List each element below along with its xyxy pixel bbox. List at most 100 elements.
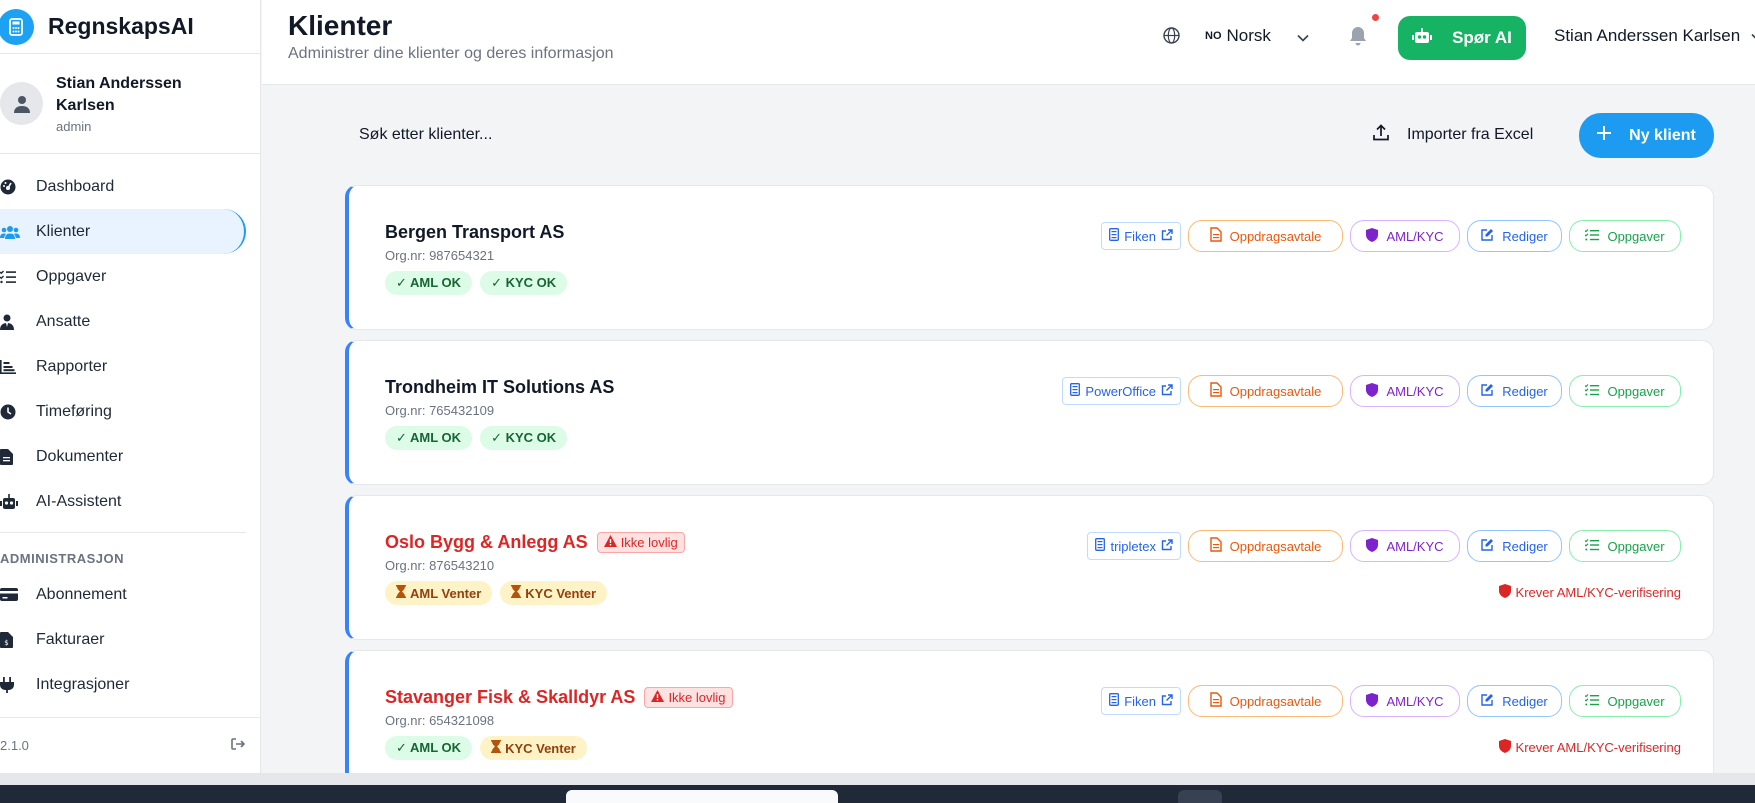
bell-icon[interactable] [1349, 26, 1367, 51]
tasks-button[interactable]: Oppgaver [1569, 375, 1681, 407]
sidebar-item-rapporter[interactable]: Rapporter [0, 344, 260, 389]
sidebar: RegnskapsAI Stian Anderssen Karlsen admi… [0, 0, 261, 773]
aml-kyc-button[interactable]: AML/KYC [1350, 530, 1460, 562]
credit-card-icon [0, 588, 20, 601]
globe-icon[interactable] [1163, 27, 1180, 49]
sidebar-item-label: AI-Assistent [36, 492, 122, 510]
client-card[interactable]: Trondheim IT Solutions AS Org.nr: 7654321… [345, 340, 1714, 485]
sidebar-item-oppgaver[interactable]: Oppgaver [0, 254, 260, 299]
search-bar[interactable] [345, 114, 847, 156]
illegal-badge: Ikke lovlig [596, 532, 685, 553]
admin-section-title: ADMINISTRASJON [0, 551, 125, 566]
compliance-badges: ✓ AML OK ✓ KYC OK [385, 271, 568, 295]
sidebar-item-timeforing[interactable]: Timeføring [0, 389, 260, 434]
tasks-button[interactable]: Oppgaver [1569, 530, 1681, 562]
list-check-icon [0, 270, 20, 284]
client-name[interactable]: Oslo Bygg & Anlegg AS [385, 532, 588, 553]
import-excel-button[interactable]: Importer fra Excel [1353, 114, 1558, 156]
tasks-icon [1585, 383, 1600, 399]
logout-icon[interactable] [231, 738, 246, 753]
client-name-row: Bergen Transport AS [385, 222, 564, 243]
page-title: Klienter [288, 10, 393, 41]
building-icon [1095, 538, 1106, 554]
edit-button[interactable]: Rediger [1467, 220, 1562, 252]
horizontal-scrollbar[interactable] [0, 773, 1755, 785]
aml-status-badge: ✓ AML OK [385, 736, 473, 760]
sidebar-item-klienter[interactable]: Klienter [0, 209, 246, 254]
tasks-button[interactable]: Oppgaver [1569, 685, 1681, 717]
compliance-badges: ✓ AML OK ✓ KYC OK [385, 426, 568, 450]
accounting-system-link[interactable]: PowerOffice [1062, 377, 1181, 405]
oppdragsavtale-label: Oppdragsavtale [1229, 228, 1322, 244]
client-card[interactable]: Bergen Transport AS Org.nr: 987654321 ✓ AM… [345, 185, 1714, 330]
new-client-button[interactable]: Ny klient [1579, 113, 1714, 158]
sidebar-item-dashboard[interactable]: Dashboard [0, 164, 260, 209]
tasks-label: Oppgaver [1607, 228, 1665, 244]
edit-button[interactable]: Rediger [1467, 530, 1562, 562]
chevron-down-icon [1751, 26, 1755, 45]
illegal-label: Ikke lovlig [620, 535, 678, 550]
edit-button[interactable]: Rediger [1467, 685, 1562, 717]
accounting-system-link[interactable]: tripletex [1087, 532, 1181, 560]
verification-warning-label: Krever AML/KYC-verifisering [1515, 585, 1681, 600]
oppdragsavtale-button[interactable]: Oppdragsavtale [1188, 375, 1343, 407]
warning-icon [603, 535, 617, 550]
sidebar-item-fakturaer[interactable]: $ Fakturaer [0, 617, 260, 662]
taskbar-app[interactable] [1178, 790, 1222, 803]
warning-icon [651, 690, 665, 705]
ask-ai-button[interactable]: Spør AI [1398, 16, 1526, 60]
compliance-badges: ✓ AML OK KYC Venter [385, 736, 587, 760]
aml-kyc-button[interactable]: AML/KYC [1350, 220, 1460, 252]
svg-text:$: $ [4, 639, 8, 647]
accounting-system-link[interactable]: Fiken [1101, 687, 1181, 715]
building-icon [1109, 693, 1120, 709]
language-select[interactable]: NO Norsk [1205, 26, 1271, 46]
aml-kyc-label: AML/KYC [1386, 538, 1444, 554]
sidebar-item-abonnement[interactable]: Abonnement [0, 572, 260, 617]
sidebar-item-dokumenter[interactable]: Dokumenter [0, 434, 260, 479]
sidebar-item-integrasjoner[interactable]: Integrasjoner [0, 662, 260, 707]
client-actions: Fiken Oppdragsavtale AML/KYC Rediger Oppgave… [1101, 685, 1681, 717]
client-name[interactable]: Bergen Transport AS [385, 222, 564, 243]
edit-label: Rediger [1502, 693, 1548, 709]
oppdragsavtale-button[interactable]: Oppdragsavtale [1188, 685, 1343, 717]
kyc-status-badge: KYC Venter [500, 581, 608, 605]
client-name[interactable]: Stavanger Fisk & Skalldyr AS [385, 687, 635, 708]
plus-icon [1597, 126, 1612, 145]
header-user-menu[interactable]: Stian Anderssen Karlsen [1554, 26, 1755, 46]
file-contract-icon [1209, 227, 1222, 245]
chevron-down-icon[interactable] [1297, 29, 1309, 47]
top-header: Klienter Administrer dine klienter og de… [262, 0, 1755, 85]
shield-alert-icon [1498, 739, 1511, 756]
oppdragsavtale-button[interactable]: Oppdragsavtale [1188, 530, 1343, 562]
sidebar-item-ai-assistent[interactable]: AI-Assistent [0, 479, 260, 524]
kyc-status-badge: ✓ KYC OK [480, 271, 568, 295]
search-input[interactable] [359, 126, 847, 144]
aml-kyc-button[interactable]: AML/KYC [1350, 685, 1460, 717]
external-link-icon [1161, 538, 1173, 554]
accounting-system-link[interactable]: Fiken [1101, 222, 1181, 250]
client-name[interactable]: Trondheim IT Solutions AS [385, 377, 614, 398]
sidebar-item-ansatte[interactable]: Ansatte [0, 299, 260, 344]
oppdragsavtale-button[interactable]: Oppdragsavtale [1188, 220, 1343, 252]
accounting-system-label: Fiken [1124, 228, 1156, 244]
sidebar-item-label: Oppgaver [36, 267, 107, 285]
notification-dot [1372, 14, 1379, 21]
tasks-button[interactable]: Oppgaver [1569, 220, 1681, 252]
client-card[interactable]: Oslo Bygg & Anlegg AS Ikke lovlig Org.nr: … [345, 495, 1714, 640]
edit-icon [1481, 538, 1494, 554]
kyc-status-badge: KYC Venter [480, 736, 587, 760]
external-link-icon [1161, 693, 1173, 709]
accounting-system-label: Fiken [1124, 693, 1156, 709]
client-name-row: Trondheim IT Solutions AS [385, 377, 614, 398]
file-contract-icon [1209, 537, 1222, 555]
oppdragsavtale-label: Oppdragsavtale [1229, 693, 1322, 709]
shield-icon [1366, 227, 1379, 245]
external-link-icon [1161, 383, 1173, 399]
invoice-icon: $ [0, 631, 20, 648]
brand[interactable]: RegnskapsAI [0, 0, 260, 54]
edit-button[interactable]: Rediger [1467, 375, 1562, 407]
aml-kyc-button[interactable]: AML/KYC [1350, 375, 1460, 407]
language-code: NO [1205, 30, 1222, 42]
taskbar-search[interactable] [566, 790, 838, 803]
